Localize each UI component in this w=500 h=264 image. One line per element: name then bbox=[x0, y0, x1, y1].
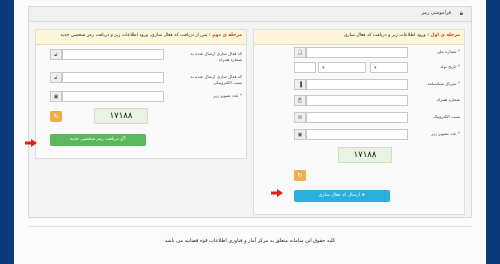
user-icon: 👤︎ bbox=[294, 47, 306, 58]
step-two-column: مرحله ی دوم : پس از دریافت کد فعال سازی،… bbox=[35, 29, 247, 159]
step-one-column: مرحله ی اول : ورود اطلاعات زیر و دریافت … bbox=[253, 29, 465, 215]
envelope-icon: ✉ bbox=[294, 112, 306, 123]
id-serial-input[interactable] bbox=[306, 79, 408, 90]
captcha-label: * عدد تصویر زیر bbox=[431, 131, 460, 136]
email-label: پست الکترونیک bbox=[433, 114, 460, 119]
email-input[interactable] bbox=[306, 112, 408, 123]
lock-icon: 🔒︎ bbox=[459, 10, 463, 17]
email-code-input[interactable] bbox=[62, 72, 164, 83]
captcha-label-step-two: * عدد تصویر زیر bbox=[213, 93, 242, 98]
birth-day-select[interactable]: ▾ bbox=[370, 62, 408, 73]
sms-code-input[interactable] bbox=[62, 49, 164, 60]
footer-divider bbox=[28, 226, 472, 227]
captcha-input-step-two[interactable] bbox=[62, 91, 164, 102]
birth-date-label: * تاریخ تولد bbox=[440, 64, 460, 69]
barcode-icon: ▐ bbox=[294, 79, 306, 90]
unlock-icon: 🔓︎ bbox=[50, 72, 62, 83]
image-icon: ▣ bbox=[294, 129, 306, 140]
arrow-annotation-left bbox=[25, 139, 37, 147]
footer-copyright: کلیه حقوق این سامانه متعلق به مرکز آمار … bbox=[164, 238, 336, 244]
panel-header: 🔒︎ فراموشی رمز bbox=[29, 7, 471, 22]
step-one-header: مرحله ی اول : ورود اطلاعات زیر و دریافت … bbox=[254, 30, 464, 45]
phone-icon: 📱︎ bbox=[294, 95, 306, 106]
birth-month-select[interactable]: ▾ bbox=[318, 62, 366, 73]
panel-title: فراموشی رمز bbox=[421, 10, 451, 16]
send-activation-code-button[interactable]: ➤ ارسال کد فعال سازی bbox=[294, 190, 390, 202]
step-two-header: مرحله ی دوم : پس از دریافت کد فعال سازی،… bbox=[36, 30, 246, 45]
national-id-input[interactable] bbox=[306, 47, 408, 58]
captcha-image-step-two: ۱۷۱۸۸ bbox=[94, 108, 148, 124]
image-icon: ▣ bbox=[50, 91, 62, 102]
step-two-text: پس از دریافت کد فعال سازی، ورود اطلاعات … bbox=[60, 33, 208, 38]
refresh-icon[interactable]: ↻ bbox=[50, 111, 62, 122]
mobile-input[interactable] bbox=[306, 95, 408, 106]
password-recovery-panel: 🔒︎ فراموشی رمز مرحله ی اول : ورود اطلاعا… bbox=[28, 6, 472, 218]
step-one-title: مرحله ی اول : ورود اطلاعات زیر و دریافت … bbox=[344, 33, 460, 38]
key-icon: 🔑︎ bbox=[120, 137, 127, 142]
refresh-icon[interactable]: ↻ bbox=[294, 170, 306, 181]
birth-year-input[interactable] bbox=[294, 62, 316, 73]
arrow-annotation-right bbox=[271, 189, 283, 197]
step-two-label: مرحله ی دوم : bbox=[208, 33, 242, 38]
right-frame-strip bbox=[486, 0, 500, 264]
captcha-image: ۱۷۱۸۸ bbox=[338, 147, 392, 163]
step-two-title: مرحله ی دوم : پس از دریافت کد فعال سازی،… bbox=[60, 33, 242, 38]
email-code-label: کد فعال سازی ارسال شده به پست الکترونیکی bbox=[190, 74, 242, 85]
left-frame-strip bbox=[0, 0, 14, 264]
id-serial-label: * سریال شناسنامه bbox=[427, 81, 460, 86]
send-icon: ➤ bbox=[361, 193, 366, 198]
get-new-password-button[interactable]: 🔑︎ دریافت رمز شخصی جدید bbox=[50, 134, 146, 146]
sms-code-label: کد فعال سازی ارسال شده به شماره همراه bbox=[190, 51, 242, 62]
captcha-input[interactable] bbox=[306, 129, 408, 140]
step-one-text: ورود اطلاعات زیر و دریافت کد فعال سازی bbox=[343, 33, 426, 38]
unlock-icon: 🔓︎ bbox=[50, 49, 62, 60]
step-one-label: مرحله ی اول : bbox=[427, 33, 460, 38]
mobile-label: شماره همراه bbox=[436, 97, 460, 102]
national-id-label: * شماره ملی bbox=[436, 49, 460, 54]
